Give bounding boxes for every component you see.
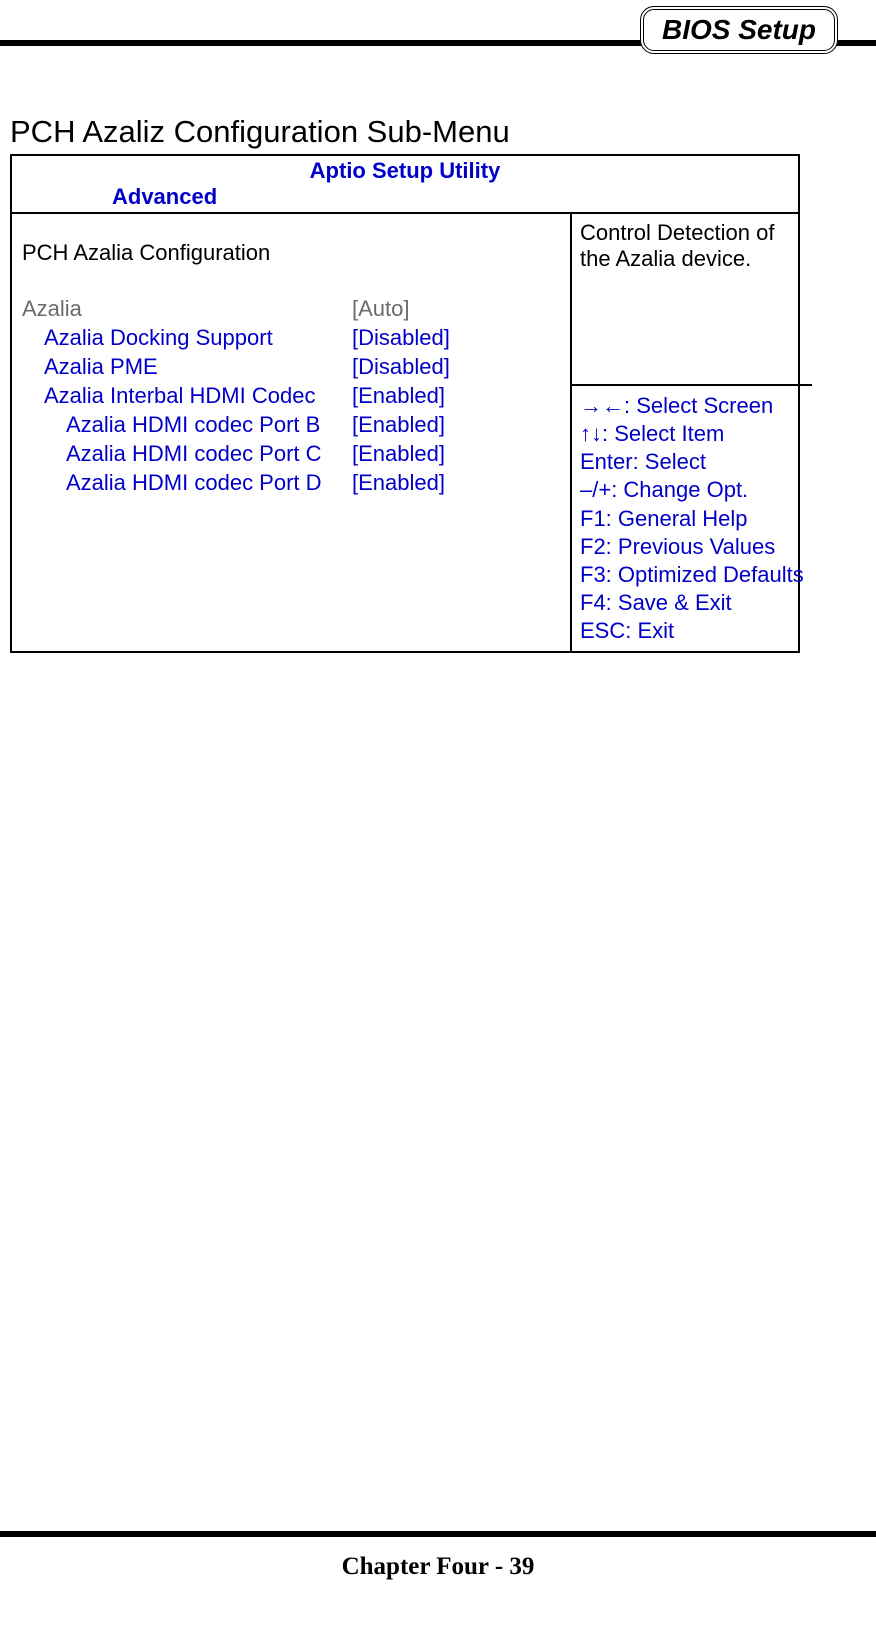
bios-setup-badge: BIOS Setup [640, 6, 838, 54]
page: BIOS Setup PCH Azaliz Configuration Sub-… [0, 0, 876, 1629]
option-row[interactable]: Azalia [Auto] [22, 294, 560, 323]
bottom-divider [0, 1531, 876, 1537]
option-value: [Enabled] [352, 410, 560, 439]
option-row[interactable]: Azalia HDMI codec Port C [Enabled] [22, 439, 560, 468]
key-help-line: ↑↓: Select Item [580, 420, 804, 448]
option-row[interactable]: Azalia HDMI codec Port D [Enabled] [22, 468, 560, 497]
bios-table-body: PCH Azalia Configuration Azalia [Auto] A… [12, 214, 798, 651]
key-help-line: –/+: Change Opt. [580, 476, 804, 504]
key-help-line: Enter: Select [580, 448, 804, 476]
option-value: [Auto] [352, 294, 560, 323]
tab-advanced[interactable]: Advanced [12, 184, 798, 212]
key-help-line: F2: Previous Values [580, 533, 804, 561]
page-footer: Chapter Four - 39 [0, 1553, 876, 1581]
key-help-line: F3: Optimized Defaults [580, 561, 804, 589]
option-value: [Disabled] [352, 323, 560, 352]
option-value: [Enabled] [352, 468, 560, 497]
bios-table: Aptio Setup Utility Advanced PCH Azalia … [10, 154, 800, 653]
option-value: [Disabled] [352, 352, 560, 381]
bios-table-header: Aptio Setup Utility Advanced [12, 156, 798, 214]
bios-help-panel: Control Detection of the Azalia device. … [572, 214, 812, 651]
option-row[interactable]: Azalia Docking Support [Disabled] [22, 323, 560, 352]
section-heading: PCH Azaliz Configuration Sub-Menu [10, 114, 510, 150]
option-label: Azalia HDMI codec Port D [22, 468, 352, 497]
option-value: [Enabled] [352, 439, 560, 468]
utility-title: Aptio Setup Utility [12, 156, 798, 184]
key-help-line: F4: Save & Exit [580, 589, 804, 617]
bios-options-panel: PCH Azalia Configuration Azalia [Auto] A… [12, 214, 572, 651]
option-label: Azalia PME [22, 352, 352, 381]
option-label: Azalia [22, 294, 352, 323]
option-label: Azalia HDMI codec Port C [22, 439, 352, 468]
option-row[interactable]: Azalia PME [Disabled] [22, 352, 560, 381]
key-help-line: →←: Select Screen [580, 392, 804, 420]
option-label: Azalia Docking Support [22, 323, 352, 352]
option-label: Azalia HDMI codec Port B [22, 410, 352, 439]
option-row[interactable]: Azalia HDMI codec Port B [Enabled] [22, 410, 560, 439]
option-help-text: Control Detection of the Azalia device. [572, 214, 812, 386]
config-title: PCH Azalia Configuration [22, 240, 560, 266]
key-help-line: ESC: Exit [580, 617, 804, 645]
option-label: Azalia Interbal HDMI Codec [22, 381, 352, 410]
option-row[interactable]: Azalia Interbal HDMI Codec [Enabled] [22, 381, 560, 410]
option-value: [Enabled] [352, 381, 560, 410]
key-help-list: →←: Select Screen ↑↓: Select Item Enter:… [572, 386, 812, 651]
key-help-line: F1: General Help [580, 505, 804, 533]
